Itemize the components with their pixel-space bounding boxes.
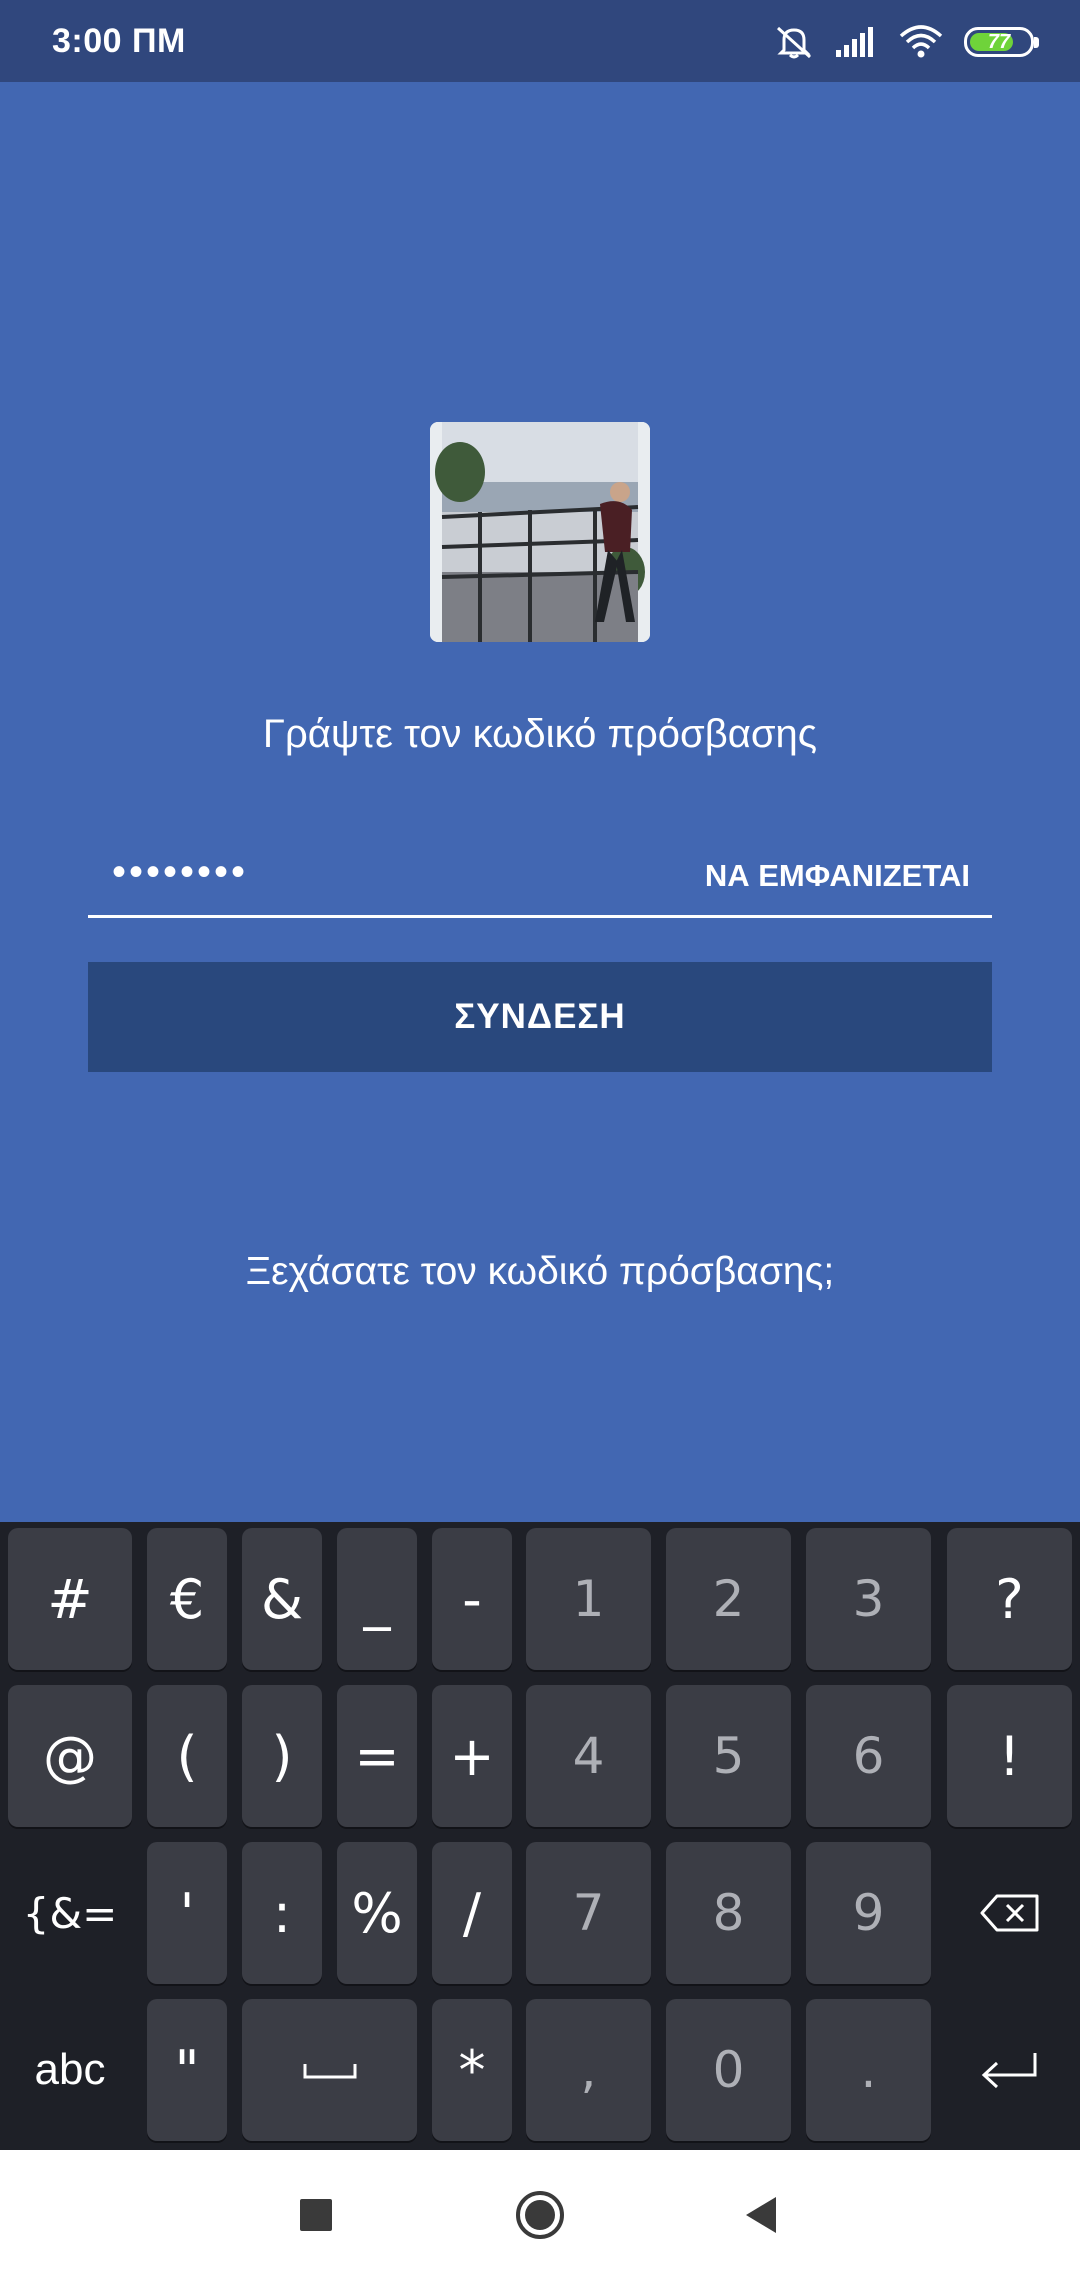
recents-icon	[300, 2199, 332, 2231]
key-equals[interactable]: =	[337, 1685, 417, 1827]
key-comma[interactable]: ,	[526, 1999, 651, 2141]
back-button[interactable]	[720, 2180, 800, 2250]
key-3[interactable]: 3	[806, 1528, 931, 1670]
password-prompt: Γράψτε τον κωδικό πρόσβασης	[262, 712, 818, 756]
enter-key[interactable]	[947, 1999, 1072, 2141]
login-screen: Γράψτε τον κωδικό πρόσβασης •••••••• ΝΑ …	[0, 82, 1080, 1522]
navigation-bar	[0, 2150, 1080, 2280]
key-exclamation[interactable]: !	[947, 1685, 1072, 1827]
forgot-password-link[interactable]: Ξεχάσατε τον κωδικό πρόσβασης;	[0, 1250, 1080, 1294]
key-abc[interactable]: abc	[8, 1999, 132, 2141]
status-time: 3:00 ΠΜ	[52, 22, 186, 60]
key-quote[interactable]: "	[147, 1999, 227, 2141]
key-slash[interactable]: /	[432, 1842, 512, 1984]
back-icon	[746, 2197, 776, 2233]
enter-icon	[981, 2053, 1036, 2089]
key-asterisk[interactable]: *	[432, 1999, 512, 2141]
key-5[interactable]: 5	[666, 1685, 791, 1827]
login-button[interactable]: ΣΥΝΔΕΣΗ	[88, 962, 992, 1072]
key-1[interactable]: 1	[526, 1528, 651, 1670]
key-plus[interactable]: +	[432, 1685, 512, 1827]
key-period[interactable]: .	[806, 1999, 931, 2141]
password-input-value[interactable]: ••••••••	[112, 850, 248, 895]
key-2[interactable]: 2	[666, 1528, 791, 1670]
key-close-paren[interactable]: )	[242, 1685, 322, 1827]
space-icon	[303, 2064, 356, 2079]
key-apostrophe[interactable]: '	[147, 1842, 227, 1984]
status-bar: 3:00 ΠΜ 77	[0, 0, 1080, 82]
key-4[interactable]: 4	[526, 1685, 651, 1827]
key-question[interactable]: ?	[947, 1528, 1072, 1670]
profile-photo	[430, 422, 650, 642]
key-percent[interactable]: %	[337, 1842, 417, 1984]
status-icons: 77	[774, 20, 1039, 64]
battery-level: 77	[987, 30, 1011, 53]
key-open-paren[interactable]: (	[147, 1685, 227, 1827]
show-password-toggle[interactable]: ΝΑ ΕΜΦΑΝΙΖΕΤΑΙ	[705, 858, 970, 894]
battery-tip	[1034, 37, 1039, 48]
key-ampersand[interactable]: &	[242, 1528, 322, 1670]
key-euro[interactable]: €	[147, 1528, 227, 1670]
signal-icon	[834, 26, 878, 58]
key-colon[interactable]: :	[242, 1842, 322, 1984]
battery-icon: 77	[964, 27, 1039, 57]
profile-avatar	[430, 422, 650, 642]
wifi-icon	[898, 24, 944, 60]
key-6[interactable]: 6	[806, 1685, 931, 1827]
home-icon	[516, 2191, 564, 2239]
keyboard: # € & _ - 1 2 3 ? @ ( ) = + 4 5 6 ! {&= …	[0, 1522, 1080, 2150]
key-symbols-toggle[interactable]: {&=	[8, 1842, 132, 1984]
key-at[interactable]: @	[8, 1685, 132, 1827]
key-7[interactable]: 7	[526, 1842, 651, 1984]
key-9[interactable]: 9	[806, 1842, 931, 1984]
key-minus[interactable]: -	[432, 1528, 512, 1670]
key-underscore[interactable]: _	[337, 1528, 417, 1670]
backspace-key[interactable]	[947, 1842, 1072, 1984]
key-0[interactable]: 0	[666, 1999, 791, 2141]
mute-icon	[774, 24, 814, 60]
key-hash[interactable]: #	[8, 1528, 132, 1670]
key-8[interactable]: 8	[666, 1842, 791, 1984]
password-field[interactable]: •••••••• ΝΑ ΕΜΦΑΝΙΖΕΤΑΙ	[88, 842, 992, 918]
space-key[interactable]	[242, 1999, 417, 2141]
home-button[interactable]	[500, 2180, 580, 2250]
recents-button[interactable]	[276, 2180, 356, 2250]
backspace-icon	[980, 1894, 1038, 1932]
